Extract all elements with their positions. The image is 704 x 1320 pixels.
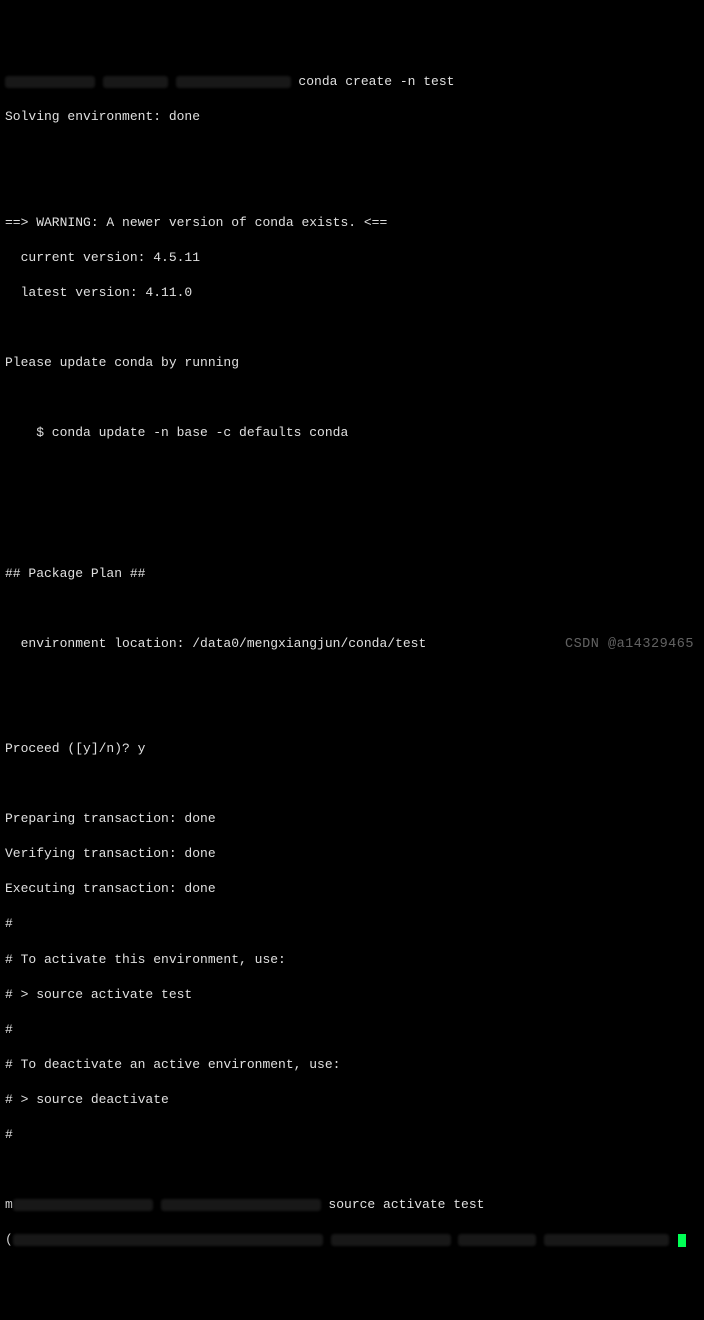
- prefix-char: m: [5, 1197, 13, 1212]
- redacted-region: [331, 1234, 451, 1246]
- blank-line: [5, 389, 699, 407]
- redacted-region: [5, 76, 95, 88]
- line-source-activate: # > source activate test: [5, 986, 699, 1004]
- blank-line: [5, 705, 699, 723]
- redacted-region: [103, 76, 168, 88]
- line-deactivate-use: # To deactivate an active environment, u…: [5, 1056, 699, 1074]
- blank-line: [5, 775, 699, 793]
- line-hash: #: [5, 1021, 699, 1039]
- redacted-region: [13, 1234, 323, 1246]
- line-env-location: environment location: /data0/mengxiangju…: [5, 635, 699, 653]
- blank-line: [5, 319, 699, 337]
- line-executing: Executing transaction: done: [5, 880, 699, 898]
- command-source-activate: source activate test: [321, 1197, 485, 1212]
- blank-line: [5, 600, 699, 618]
- line-source-deactivate: # > source deactivate: [5, 1091, 699, 1109]
- blank-line: [5, 494, 699, 512]
- line-proceed-prompt: Proceed ([y]/n)? y: [5, 740, 699, 758]
- blank-line: [5, 529, 699, 547]
- blank-line: [5, 670, 699, 688]
- redacted-region: [161, 1199, 321, 1211]
- blank-line: [5, 1161, 699, 1179]
- redacted-region: [13, 1199, 153, 1211]
- terminal-line-prompt-2: m source activate test: [5, 1196, 699, 1214]
- redacted-region: [176, 76, 291, 88]
- redacted-region: [458, 1234, 536, 1246]
- blank-line: [5, 178, 699, 196]
- line-warning: ==> WARNING: A newer version of conda ex…: [5, 214, 699, 232]
- redacted-region: [544, 1234, 669, 1246]
- terminal-cursor: [678, 1234, 686, 1247]
- open-paren: (: [5, 1232, 13, 1247]
- line-preparing: Preparing transaction: done: [5, 810, 699, 828]
- terminal-line-prompt-3[interactable]: (: [5, 1231, 699, 1249]
- line-update-cmd: $ conda update -n base -c defaults conda: [5, 424, 699, 442]
- line-solving-env: Solving environment: done: [5, 108, 699, 126]
- line-latest-version: latest version: 4.11.0: [5, 284, 699, 302]
- command-create-env: conda create -n test: [291, 74, 455, 89]
- line-please-update: Please update conda by running: [5, 354, 699, 372]
- line-hash: #: [5, 1126, 699, 1144]
- blank-line: [5, 459, 699, 477]
- terminal-line-prompt-1: conda create -n test: [5, 73, 699, 91]
- line-hash: #: [5, 915, 699, 933]
- line-verifying: Verifying transaction: done: [5, 845, 699, 863]
- line-current-version: current version: 4.5.11: [5, 249, 699, 267]
- line-activate-use: # To activate this environment, use:: [5, 951, 699, 969]
- line-package-plan-header: ## Package Plan ##: [5, 565, 699, 583]
- blank-line: [5, 143, 699, 161]
